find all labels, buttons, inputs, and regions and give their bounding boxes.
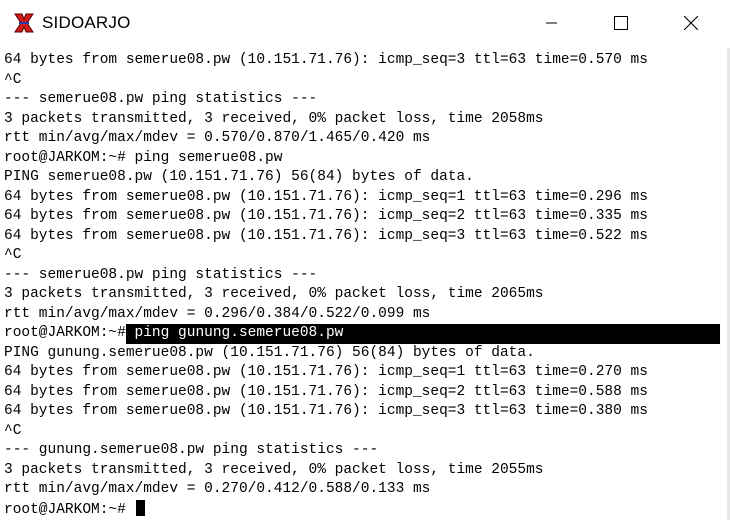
terminal-line: --- gunung.semerue08.pw ping statistics … [4,442,379,458]
title-bar[interactable]: SIDOARJO [0,0,730,48]
selected-command-line[interactable]: root@JARKOM:~# ping gunung.semerue08.pw [0,324,730,344]
minimize-button[interactable] [529,0,575,46]
terminal-line: ^C [4,422,22,439]
window-title: SIDOARJO [42,13,131,32]
terminal-window: SIDOARJO 64 bytes from semerue08.pw (10.… [0,0,730,520]
terminal-line: 64 bytes from semerue08.pw (10.151.71.76… [4,403,648,419]
prompt: root@JARKOM:~# [4,501,135,518]
terminal-line: 64 bytes from semerue08.pw (10.151.71.76… [4,364,648,380]
text-cursor [135,499,145,516]
terminal-line: 3 packets transmitted, 3 received, 0% pa… [4,286,544,302]
terminal-line: ^C [4,247,22,263]
prompt: root@JARKOM:~# [4,325,126,341]
terminal-line: 3 packets transmitted, 3 received, 0% pa… [4,110,544,127]
close-button[interactable] [668,0,714,46]
terminal-line: PING semerue08.pw (10.151.71.76) 56(84) … [4,169,474,185]
maximize-button[interactable] [598,0,644,46]
terminal-line: --- semerue08.pw ping statistics --- [4,91,318,107]
minimize-icon [546,22,557,24]
terminal-line: 64 bytes from semerue08.pw (10.151.71.76… [4,52,648,68]
selected-command[interactable]: ping gunung.semerue08.pw [125,324,720,344]
terminal-output[interactable]: 64 bytes from semerue08.pw (10.151.71.76… [0,51,730,520]
terminal-line: 3 packets transmitted, 3 received, 0% pa… [4,461,544,478]
terminal-line: --- semerue08.pw ping statistics --- [4,266,318,283]
terminal-line: 64 bytes from semerue08.pw (10.151.71.76… [4,188,648,205]
terminal-line: ^C [4,71,22,88]
terminal-line: root@JARKOM:~# ping semerue08.pw [4,149,283,166]
terminal-line: rtt min/avg/max/mdev = 0.570/0.870/1.465… [4,130,431,146]
terminal-line: rtt min/avg/max/mdev = 0.296/0.384/0.522… [4,305,431,322]
terminal-line: 64 bytes from semerue08.pw (10.151.71.76… [4,227,648,244]
terminal-line: rtt min/avg/max/mdev = 0.270/0.412/0.588… [4,481,431,497]
current-prompt-line[interactable]: root@JARKOM:~# [0,499,730,520]
maximize-icon [614,16,628,30]
close-icon [684,16,698,30]
terminal-line: PING gunung.semerue08.pw (10.151.71.76) … [4,344,535,361]
putty-app-icon [14,13,34,33]
terminal-line: 64 bytes from semerue08.pw (10.151.71.76… [4,208,648,224]
terminal-line: 64 bytes from semerue08.pw (10.151.71.76… [4,383,648,400]
